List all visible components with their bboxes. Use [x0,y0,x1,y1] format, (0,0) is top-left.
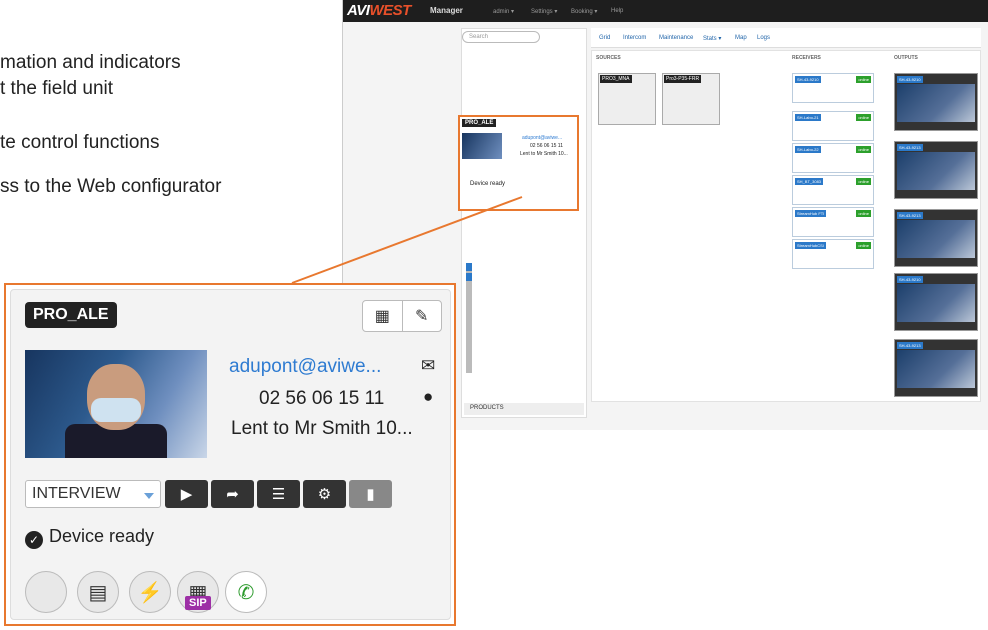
outputs-header: OUTPUTS [894,55,918,61]
tab-maintenance[interactable]: Maintenance [659,35,693,41]
output-tile[interactable]: SH-43-9210 [894,73,978,131]
device-email[interactable]: adupont@aviwe... [229,356,381,378]
receiver-tile[interactable]: SH-Labo-22 online [792,143,874,173]
device-card: PRO_ALE ▦ ✎ adupont@aviwe... ✉ 02 56 06 … [10,289,451,620]
tab-intercom[interactable]: Intercom [623,35,646,41]
mini-lent: Lent to Mr Smith 10... [520,151,568,157]
device-sidebar: Search PRODUCTS [461,28,587,418]
app-logo: AVIWEST [347,2,411,19]
products-section[interactable]: PRODUCTS [464,403,584,415]
call-button[interactable]: ✆ [225,571,267,613]
plug-button[interactable]: ⚡ [129,571,171,613]
bullet-4: ss to the Web configurator [0,176,222,197]
bullet-1: mation and indicators [0,52,181,73]
nav-booking[interactable]: Booking ▾ [571,8,597,15]
nav-admin[interactable]: admin ▾ [493,8,514,15]
mini-device-name: PRO_ALE [462,119,497,127]
chevron-down-icon [144,493,154,499]
output-tile[interactable]: SH-43-9213 [894,339,978,397]
output-tile[interactable]: SH-43-9213 [894,141,978,199]
device-lent-to: Lent to Mr Smith 10... [231,418,413,439]
profile-select[interactable]: INTERVIEW [25,480,161,508]
source-tile[interactable]: PRO3_MNA [598,73,656,125]
device-status: ✓ Device ready [25,526,154,549]
tab-grid[interactable]: Grid [599,35,610,41]
plug-icon: ⚡ [137,581,163,604]
signal-button[interactable]: ▮ [349,480,392,508]
search-input[interactable]: Search [462,31,540,43]
nav-settings[interactable]: Settings ▾ [531,8,557,15]
user-icon: ● [423,387,434,406]
view-tabs: Grid Intercom Maintenance Stats ▾ Map Lo… [591,28,981,48]
sip-badge: SIP [185,596,211,610]
source-tile[interactable]: Pro3-P35-FRR [662,73,720,125]
tab-map[interactable]: Map [735,35,747,41]
receiver-tile[interactable]: StreamHubCSI online [792,239,874,269]
receiver-tile[interactable]: StreamHub FTI online [792,207,874,237]
gear-icon: ⚙ [317,486,332,503]
settings-button[interactable]: ⚙ [303,480,346,508]
document-icon: ▤ [88,581,108,604]
list-icon: ☰ [271,486,286,503]
output-tile[interactable]: SH-43-9213 [894,209,978,267]
play-button[interactable]: ▶ [165,480,208,508]
app-manager-label: Manager [430,6,463,15]
device-name-badge: PRO_ALE [25,302,117,328]
edit-icon[interactable]: ✎ [403,301,442,331]
receivers-header: RECEIVERS [792,55,821,61]
sidebar-device-list [466,263,546,383]
device-grid: SOURCES RECEIVERS OUTPUTS PRO3_MNA Pro3-… [591,50,981,402]
receiver-tile[interactable]: SH-43-9210 online [792,73,874,103]
list-button[interactable]: ☰ [257,480,300,508]
receiver-tile[interactable]: SH_BT_3083 online [792,175,874,205]
device-card-zoom: PRO_ALE ▦ ✎ adupont@aviwe... ✉ 02 56 06 … [4,283,456,626]
nav-help[interactable]: Help [611,8,623,14]
output-tile[interactable]: SH-43-9210 [894,273,978,331]
mini-status: Device ready [470,181,506,187]
empty-slot-button[interactable] [25,571,67,613]
top-navbar: AVIWEST Manager admin ▾ Settings ▾ Booki… [343,0,988,22]
play-icon: ▶ [180,486,193,503]
signal-icon: ▮ [366,486,375,503]
calendar-icon[interactable]: ▦ [363,301,403,331]
bullet-2: t the field unit [0,78,114,99]
tab-stats[interactable]: Stats ▾ [703,35,721,42]
video-thumbnail[interactable] [25,350,207,458]
device-card-highlight: PRO_ALE adupont@aviwe... 02 56 06 15 11 … [458,115,579,211]
header-actions: ▦ ✎ [362,300,442,332]
check-icon: ✓ [25,531,43,549]
bullet-3: te control functions [0,132,160,153]
tab-logs[interactable]: Logs [757,35,770,41]
email-icon: ✉ [421,356,436,375]
device-phone: 02 56 06 15 11 [259,388,385,409]
mini-email: adupont@aviwe... [522,135,563,141]
document-button[interactable]: ▤ [77,571,119,613]
receiver-tile[interactable]: SH-Labo-21 online [792,111,874,141]
mini-phone: 02 56 06 15 11 [530,143,563,149]
share-icon: ➦ [226,486,239,503]
mini-thumbnail [462,133,502,159]
sources-header: SOURCES [596,55,621,61]
phone-icon: ✆ [237,581,255,604]
share-button[interactable]: ➦ [211,480,254,508]
